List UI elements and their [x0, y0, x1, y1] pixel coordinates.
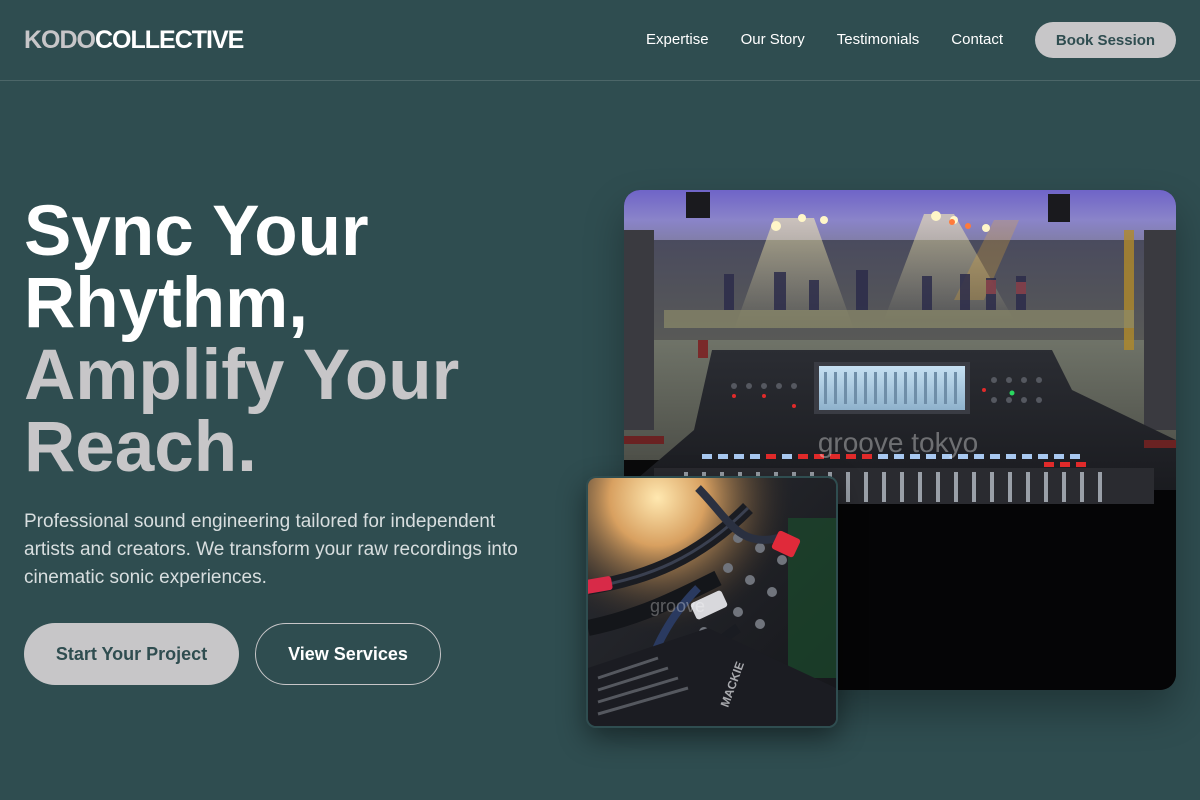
nav-link-our-story[interactable]: Our Story [741, 31, 805, 49]
hero-title-line4: Reach. [24, 408, 257, 487]
site-header: KODOCOLLECTIVE Expertise Our Story Testi… [0, 0, 1200, 81]
book-session-button[interactable]: Book Session [1035, 22, 1176, 58]
view-services-button[interactable]: View Services [255, 623, 441, 685]
nav-link-expertise[interactable]: Expertise [646, 31, 709, 49]
nav-link-contact[interactable]: Contact [951, 31, 1003, 49]
brand-logo-part1: KODO [24, 26, 96, 54]
main-nav: Expertise Our Story Testimonials Contact [646, 31, 1003, 49]
audio-cables-image: groove MACKIE [586, 476, 838, 728]
hero-title-line3: Amplify Your [24, 336, 460, 415]
secondary-image-watermark: groove [650, 596, 705, 616]
brand-logo[interactable]: KODOCOLLECTIVE [24, 26, 244, 54]
start-project-button[interactable]: Start Your Project [24, 623, 239, 685]
nav-link-testimonials[interactable]: Testimonials [837, 31, 920, 49]
hero-title-line2: Rhythm, [24, 264, 308, 343]
brand-logo-part2: COLLECTIVE [95, 26, 244, 54]
hero-description: Professional sound engineering tailored … [24, 511, 518, 588]
hero-title-line1: Sync Your [24, 192, 369, 271]
main-image-watermark: groove tokyo [818, 427, 978, 458]
audio-cables-illustration: groove MACKIE [588, 478, 836, 726]
hero-title: Sync Your Rhythm, Amplify Your Reach. [24, 196, 584, 484]
page: KODOCOLLECTIVE Expertise Our Story Testi… [0, 0, 1200, 800]
